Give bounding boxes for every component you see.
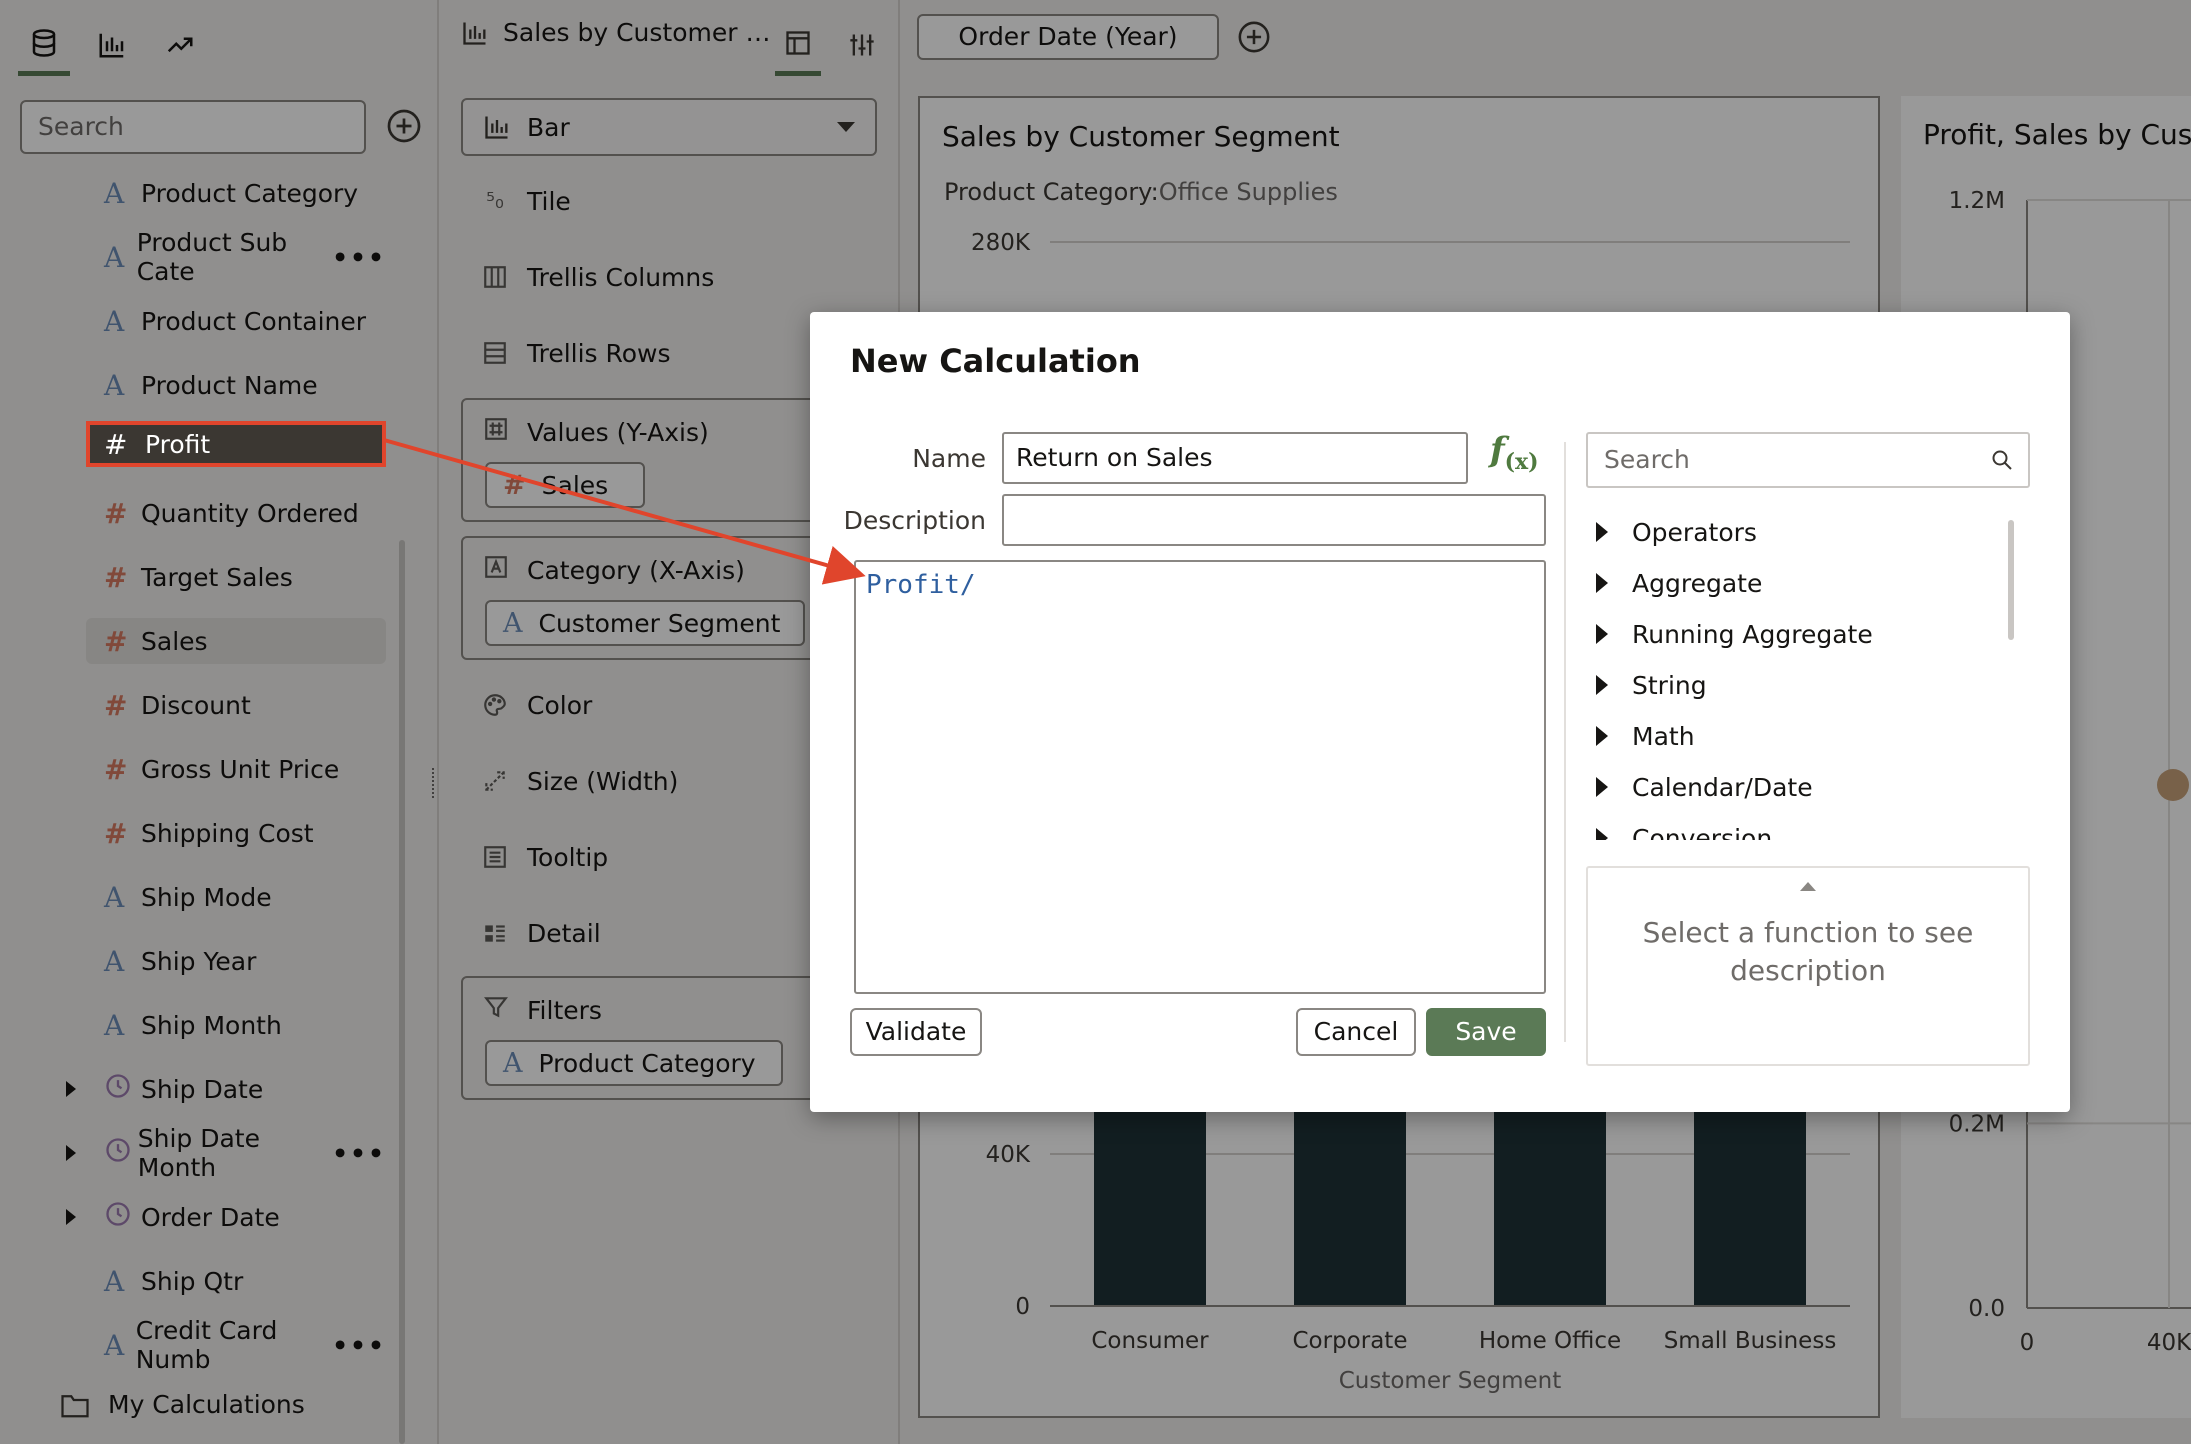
function-category-label: String [1632,670,1707,700]
save-button[interactable]: Save [1426,1008,1546,1056]
cancel-button[interactable]: Cancel [1296,1008,1416,1056]
function-category-calendar-date[interactable]: Calendar/Date [1596,765,1813,809]
function-category-math[interactable]: Math [1596,714,1695,758]
fx-sub: (x) [1504,448,1539,475]
expand-arrow-icon [1596,624,1608,644]
name-label: Name [912,444,986,473]
expand-arrow-icon [1596,522,1608,542]
function-category-label: Running Aggregate [1632,619,1873,649]
function-icon[interactable]: f(x) [1490,430,1539,475]
expand-arrow-icon [1596,573,1608,593]
function-search-placeholder: Search [1604,445,1690,474]
dragged-profit-field[interactable]: # Profit [86,421,386,467]
function-category-label: Aggregate [1632,568,1763,598]
function-category-running-aggregate[interactable]: Running Aggregate [1596,612,1873,656]
dialog-divider [1564,442,1566,1042]
description-input[interactable] [1002,494,1546,546]
dragged-field-label: Profit [145,429,211,459]
function-category-string[interactable]: String [1596,663,1707,707]
function-category-conversion[interactable]: Conversion [1596,816,1772,840]
function-category-operators[interactable]: Operators [1596,510,1757,554]
collapse-arrow-icon[interactable] [1800,882,1816,891]
function-description-text: Select a function to see description [1642,916,1974,987]
function-category-label: Operators [1632,517,1757,547]
function-category-list: Operators Aggregate Running Aggregate Strin… [1586,502,2030,840]
expand-arrow-icon [1596,777,1608,797]
expand-arrow-icon [1596,828,1608,840]
description-label: Description [843,506,986,535]
dialog-title: New Calculation [850,342,1141,380]
function-category-label: Calendar/Date [1632,772,1813,802]
calculation-name-input[interactable]: Return on Sales [1002,432,1468,484]
function-search-input[interactable]: Search [1586,432,2030,488]
function-description-panel: Select a function to see description [1586,866,2030,1066]
search-icon[interactable] [1990,448,2014,472]
expression-editor[interactable]: Profit/ [854,560,1546,994]
function-category-aggregate[interactable]: Aggregate [1596,561,1762,605]
fx-glyph: f [1490,430,1505,470]
function-category-label: Math [1632,721,1695,751]
validate-button[interactable]: Validate [850,1008,982,1056]
function-list-scrollbar[interactable] [2008,520,2014,640]
expand-arrow-icon [1596,726,1608,746]
new-calculation-dialog: New Calculation Name Return on Sales f(x… [810,312,2070,1112]
measure-icon: # [104,427,128,461]
function-category-label: Conversion [1632,823,1773,841]
expand-arrow-icon [1596,675,1608,695]
